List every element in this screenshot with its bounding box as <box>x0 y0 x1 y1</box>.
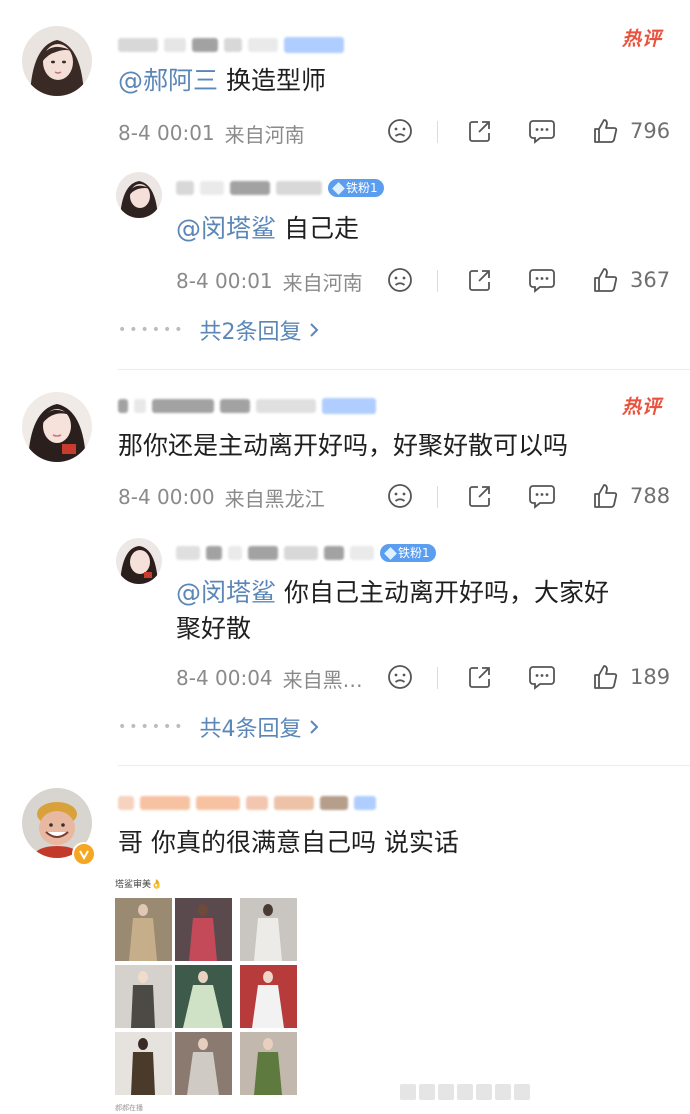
mention-link[interactable]: @闵塔鲨 <box>176 578 276 607</box>
sad-face-icon <box>388 484 412 508</box>
like-button[interactable] <box>590 116 620 146</box>
like-button[interactable] <box>590 662 620 692</box>
dots-icon: •••••• <box>118 322 186 338</box>
thumbs-up-icon <box>594 119 618 143</box>
comment-2: 热评 那你还是主动离开好吗，好聚好散可以吗 8-4 00:00 来自黑龙江 78… <box>0 370 690 766</box>
thumbs-up-icon <box>594 665 618 689</box>
reply-text: @闵塔鲨 你自己主动离开好吗，大家好 <box>176 575 666 611</box>
thumbs-up-icon <box>594 268 618 292</box>
photo-cell <box>240 965 297 1028</box>
comment-actions: 796 <box>0 116 690 150</box>
dots-icon: •••••• <box>118 719 186 735</box>
photo-cell <box>240 898 297 961</box>
like-button[interactable] <box>590 265 620 295</box>
comment-1: 热评 @郝阿三 换造型师 8-4 00:01 来自河南 796 铁粉1 @闵塔鲨… <box>0 0 690 370</box>
comment-body: 那你还是主动离开好吗，好聚好散可以吗 <box>118 431 569 460</box>
fan-badge: 铁粉1 <box>380 544 436 562</box>
mention-link[interactable]: @闵塔鲨 <box>176 214 276 243</box>
share-button[interactable] <box>465 265 495 295</box>
photo-cell <box>175 898 232 961</box>
comment-image[interactable]: 塔鲨审美👌 郝郝在播 <box>112 875 302 1112</box>
photo-cell <box>175 965 232 1028</box>
divider <box>437 486 438 508</box>
thumbs-up-icon <box>594 484 618 508</box>
reply-actions: 367 <box>0 265 690 299</box>
reply-button[interactable] <box>527 116 557 146</box>
like-count: 189 <box>630 665 671 689</box>
dislike-button[interactable] <box>385 265 415 295</box>
comment-icon <box>529 485 555 509</box>
comment-text: 那你还是主动离开好吗，好聚好散可以吗 <box>118 428 568 464</box>
image-caption: 塔鲨审美👌 <box>115 880 163 890</box>
share-icon <box>469 486 490 507</box>
divider <box>437 667 438 689</box>
comment-icon <box>529 120 555 144</box>
like-button[interactable] <box>590 481 620 511</box>
reply-username-blurred[interactable]: 铁粉1 <box>176 542 436 564</box>
reply-text: @闵塔鲨 自己走 <box>176 211 359 247</box>
comment-icon <box>529 666 555 690</box>
reply-text-line2: 聚好散 <box>176 614 252 643</box>
diamond-icon <box>332 181 345 195</box>
reply-body: 你自己主动离开好吗，大家好 <box>276 578 609 607</box>
reply-button[interactable] <box>527 265 557 295</box>
photo-cell <box>115 898 172 961</box>
reply-body: 自己走 <box>276 214 359 243</box>
share-icon <box>469 667 490 688</box>
username-blurred[interactable] <box>118 395 376 417</box>
like-count: 367 <box>630 268 671 292</box>
more-replies: •••••• 共2条回复 <box>118 314 320 346</box>
comment-body: 哥 你真的很满意自己吗 说实话 <box>118 828 459 857</box>
share-button[interactable] <box>465 662 495 692</box>
like-count: 788 <box>630 484 671 508</box>
more-replies-link[interactable]: 共2条回复 <box>200 314 320 346</box>
chevron-right-icon <box>309 720 318 734</box>
share-button[interactable] <box>465 116 495 146</box>
share-icon <box>469 121 490 142</box>
reply-avatar[interactable] <box>116 538 162 584</box>
dislike-button[interactable] <box>385 662 415 692</box>
photo-cell <box>115 1032 172 1095</box>
dislike-button[interactable] <box>385 481 415 511</box>
reply-button[interactable] <box>527 481 557 511</box>
mention-link[interactable]: @郝阿三 <box>118 66 218 95</box>
avatar[interactable] <box>22 392 92 462</box>
chevron-right-icon <box>309 323 318 337</box>
share-icon <box>469 270 490 291</box>
sad-face-icon <box>388 268 412 292</box>
photo-cell <box>115 965 172 1028</box>
hot-comment-tag: 热评 <box>621 396 662 418</box>
diamond-icon <box>384 546 397 560</box>
comment-body: 换造型师 <box>218 66 326 95</box>
avatar[interactable] <box>22 26 92 96</box>
sad-face-icon <box>388 665 412 689</box>
username-blurred[interactable] <box>118 34 344 56</box>
like-count: 796 <box>630 119 671 143</box>
photo-cell <box>175 1032 232 1095</box>
reply-username-blurred[interactable]: 铁粉1 <box>176 177 384 199</box>
comment-actions: 788 <box>0 481 690 515</box>
comment-text: 哥 你真的很满意自己吗 说实话 <box>118 825 459 861</box>
more-replies-link[interactable]: 共4条回复 <box>200 711 320 743</box>
sad-face-icon <box>388 119 412 143</box>
comment-3: 哥 你真的很满意自己吗 说实话 <box>0 766 690 1114</box>
image-footer: 郝郝在播 <box>115 1104 143 1112</box>
comment-text: @郝阿三 换造型师 <box>118 63 326 99</box>
reply-button[interactable] <box>527 662 557 692</box>
divider <box>437 270 438 292</box>
fan-badge: 铁粉1 <box>328 179 384 197</box>
photo-cell <box>240 1032 297 1095</box>
username-blurred[interactable] <box>118 792 376 814</box>
comment-icon <box>529 269 555 293</box>
dislike-button[interactable] <box>385 116 415 146</box>
share-button[interactable] <box>465 481 495 511</box>
reply-avatar[interactable] <box>116 172 162 218</box>
watermark-blurred <box>400 1084 530 1100</box>
hot-comment-tag: 热评 <box>621 28 662 50</box>
reply-actions: 189 <box>0 662 690 696</box>
verified-badge-icon <box>72 842 96 866</box>
more-replies: •••••• 共4条回复 <box>118 711 320 743</box>
divider <box>437 121 438 143</box>
